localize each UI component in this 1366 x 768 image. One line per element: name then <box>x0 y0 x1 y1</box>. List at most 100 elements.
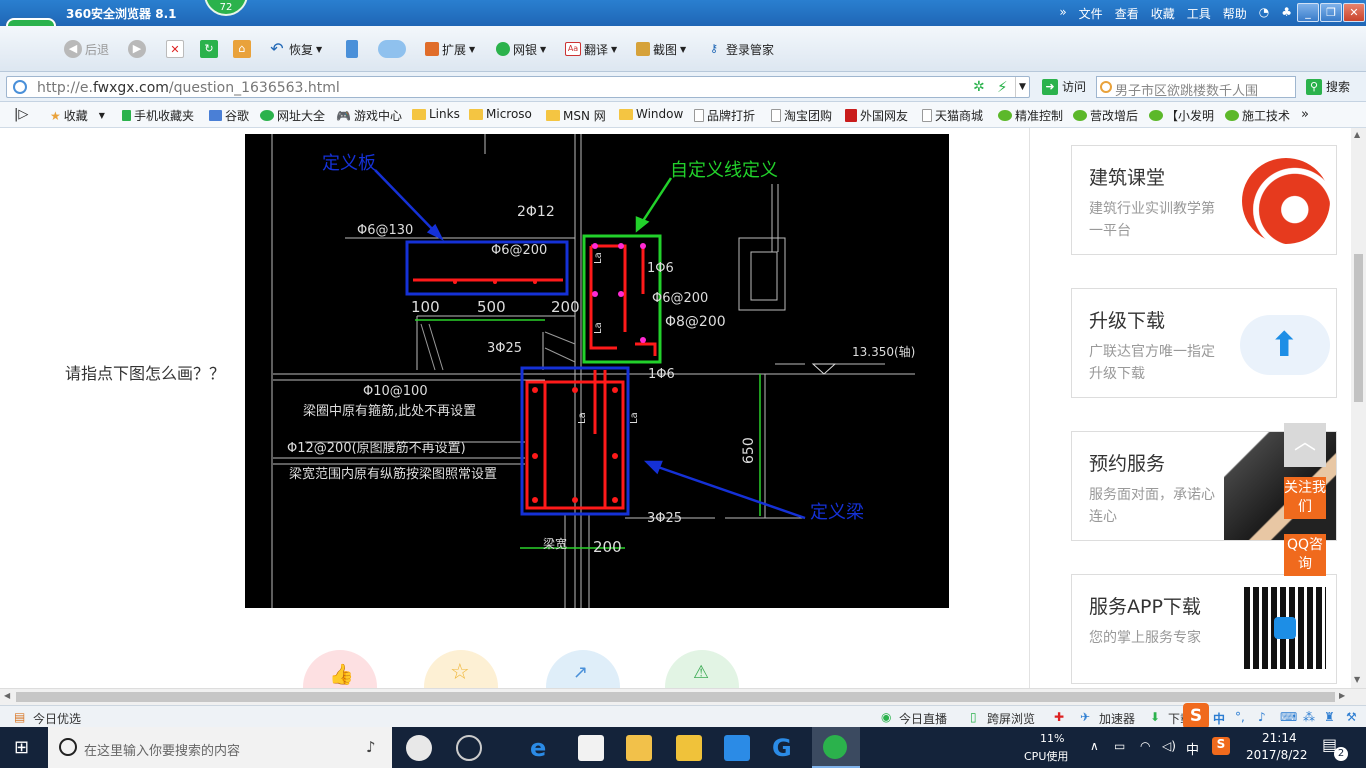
taskbar-app-flower-icon[interactable] <box>406 735 432 761</box>
phone-sync-icon[interactable]: ▯ <box>970 710 977 724</box>
microphone-icon[interactable]: ♪ <box>366 738 376 756</box>
ie-mode-icon[interactable]: ✲ <box>973 79 985 95</box>
search-input[interactable]: 男子市区欲跳楼数千人围 <box>1096 76 1296 99</box>
login-manager-button[interactable]: ⚷ 登录管家 <box>705 38 774 60</box>
today-live[interactable]: 今日直播 <box>899 710 947 727</box>
microphone-icon[interactable]: ♪ <box>1258 710 1266 724</box>
horizontal-scroll-thumb[interactable] <box>16 692 1335 702</box>
download-icon[interactable]: ⬇ <box>1150 710 1160 724</box>
bookmark-microsoft[interactable]: Microso <box>469 107 532 121</box>
vertical-scrollbar[interactable]: ▲ ▼ <box>1351 128 1366 688</box>
today-picks[interactable]: 今日优选 <box>33 710 81 727</box>
extend-button[interactable]: 扩展 ▼ <box>425 38 475 60</box>
volume-icon[interactable]: ◁) <box>1162 739 1176 753</box>
url-dropdown-icon[interactable]: ▼ <box>1015 77 1029 97</box>
menu-more-icon[interactable]: » <box>1059 5 1066 22</box>
taskbar-explorer-icon[interactable] <box>626 735 652 761</box>
cloud-button[interactable] <box>378 38 406 60</box>
bookmark-msn[interactable]: MSN 网 <box>546 107 606 124</box>
bookmark-windows[interactable]: Window <box>619 107 683 121</box>
clock-time[interactable]: 21:14 <box>1262 731 1297 745</box>
taskbar-edge-icon[interactable]: e <box>530 735 556 761</box>
bookmark-brand[interactable]: 品牌打折 <box>694 107 755 124</box>
mobile-button[interactable] <box>346 38 358 60</box>
sidebar-toggle-icon[interactable]: |▷ <box>14 107 28 122</box>
apps-icon[interactable]: ⁂ <box>1303 710 1315 724</box>
skin-icon[interactable]: ♣ <box>1281 5 1292 22</box>
home-button[interactable]: ⌂ <box>233 38 251 60</box>
bookmarks-more-icon[interactable]: » <box>1301 107 1309 122</box>
keyboard-icon[interactable]: ⌨ <box>1280 710 1297 724</box>
card-app-download[interactable]: 服务APP下载 您的掌上服务专家 <box>1071 574 1337 684</box>
taskbar-app-swirl-icon[interactable] <box>456 735 482 761</box>
screenshot-button[interactable]: 截图 ▼ <box>636 38 686 60</box>
shirt-icon[interactable]: ♜ <box>1324 710 1335 724</box>
refresh-button[interactable]: ↻ <box>200 38 218 60</box>
sogou-tray-icon[interactable]: S <box>1212 737 1230 755</box>
favorite-button[interactable]: ☆ <box>424 650 498 688</box>
card-course[interactable]: 建筑课堂 建筑行业实训教学第一平台 <box>1071 145 1337 255</box>
clock-date[interactable]: 2017/8/22 <box>1246 748 1308 762</box>
forward-button[interactable]: ▶ <box>128 38 146 60</box>
address-bar[interactable]: http://e.fwxgx.com/question_1636563.html… <box>6 76 1030 98</box>
menu-help[interactable]: 帮助 <box>1223 5 1247 22</box>
taskbar-notes-icon[interactable] <box>676 735 702 761</box>
url-text[interactable]: http://e.fwxgx.com/question_1636563.html <box>37 80 340 96</box>
accelerator[interactable]: 加速器 <box>1099 710 1135 727</box>
taskbar-store-icon[interactable] <box>578 735 604 761</box>
bookmark-games[interactable]: 🎮 游戏中心 <box>336 107 402 124</box>
menu-tools[interactable]: 工具 <box>1187 5 1211 22</box>
bookmark-links[interactable]: Links <box>412 107 460 121</box>
sogou-ime-icon[interactable]: S <box>1183 703 1209 729</box>
card-upgrade[interactable]: 升级下载 广联达官方唯一指定升级下载 ⬆ <box>1071 288 1337 398</box>
search-button[interactable]: ⚲ 搜索 <box>1306 78 1350 95</box>
bookmark-tmall[interactable]: 天猫商城 <box>922 107 983 124</box>
ime-indicator[interactable]: 中 <box>1186 739 1199 758</box>
accelerator-icon[interactable]: ✈ <box>1080 710 1090 724</box>
follow-button[interactable]: 关注我们 <box>1284 477 1326 519</box>
bookmark-favorites[interactable]: ★ 收藏 ▼ <box>50 107 105 124</box>
live-icon[interactable]: ◉ <box>881 710 891 724</box>
bookmark-foreign[interactable]: 外国网友 <box>845 107 908 124</box>
share-button[interactable]: ↗ <box>546 650 620 688</box>
bookmark-google[interactable]: 谷歌 <box>209 107 249 124</box>
bookmark-invention[interactable]: 【小发明 <box>1149 107 1214 124</box>
restore-button[interactable]: ❐ <box>1320 3 1342 22</box>
translate-button[interactable]: Aa 翻译 ▼ <box>565 38 617 60</box>
menu-favorites[interactable]: 收藏 <box>1151 5 1175 22</box>
clock-icon[interactable]: ◔ <box>1259 5 1269 22</box>
bookmark-mobile[interactable]: 手机收藏夹 <box>122 107 194 124</box>
bookmark-taobao[interactable]: 淘宝团购 <box>771 107 832 124</box>
bookmark-construction[interactable]: 施工技术 <box>1225 107 1290 124</box>
vertical-scroll-thumb[interactable] <box>1354 254 1363 402</box>
tray-expand-icon[interactable]: ∧ <box>1090 739 1099 753</box>
wifi-icon[interactable]: ◠ <box>1140 739 1150 753</box>
taskbar-360-browser[interactable] <box>812 727 860 768</box>
health-icon[interactable]: ✚ <box>1054 710 1064 724</box>
ime-chinese-icon[interactable]: 中 <box>1213 710 1225 727</box>
restore-tabs-button[interactable]: ↶ 恢复 ▼ <box>268 38 322 60</box>
bank-button[interactable]: 网银 ▼ <box>496 38 546 60</box>
minimize-button[interactable]: _ <box>1297 3 1319 22</box>
taskbar-search-input[interactable]: 在这里输入你要搜索的内容 ♪ <box>48 727 392 768</box>
taskbar-app-cross-icon[interactable] <box>724 735 750 761</box>
close-button[interactable]: ✕ <box>1343 3 1365 22</box>
back-button[interactable]: ◀ 后退 <box>64 38 109 60</box>
score-badge[interactable]: 72 <box>204 0 248 16</box>
qq-button[interactable]: QQ咨询 <box>1284 534 1326 576</box>
stop-button[interactable]: ✕ <box>166 38 184 60</box>
go-button[interactable]: ➜ 访问 <box>1042 78 1086 95</box>
speed-mode-icon[interactable]: ⚡ <box>997 78 1008 96</box>
menu-file[interactable]: 文件 <box>1079 5 1103 22</box>
bookmark-vat[interactable]: 营改增后 <box>1073 107 1138 124</box>
ime-punct-icon[interactable]: °, <box>1235 710 1245 724</box>
horizontal-scrollbar[interactable]: ◀ ▶ <box>0 688 1366 705</box>
bookmark-precise[interactable]: 精准控制 <box>998 107 1063 124</box>
back-to-top-button[interactable]: ︿ <box>1284 423 1326 467</box>
windows-start-icon[interactable]: ⊞ <box>14 737 29 758</box>
wrench-icon[interactable]: ⚒ <box>1346 710 1357 724</box>
cross-screen[interactable]: 跨屏浏览 <box>987 710 1035 727</box>
network-icon[interactable]: ▭ <box>1114 739 1125 753</box>
like-button[interactable]: 👍 <box>303 650 377 688</box>
taskbar-g-app-icon[interactable]: G <box>772 735 798 761</box>
